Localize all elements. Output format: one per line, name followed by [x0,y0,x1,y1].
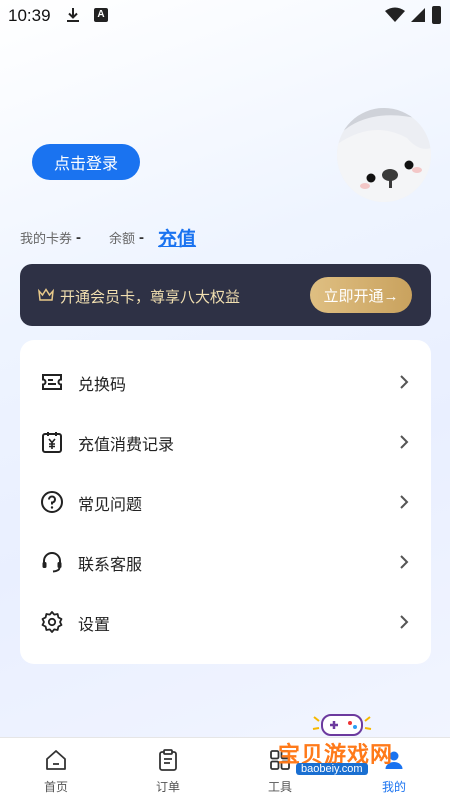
menu-item-settings[interactable]: 设置 [20,592,431,652]
tab-label: 首页 [43,780,68,794]
order-icon [159,749,177,771]
headset-icon [42,552,62,573]
menu-list: 兑换码 充值消费记录 常见问题 联系客服 设置 [20,340,431,664]
balance-value: - [139,228,145,246]
wifi-icon [385,7,405,22]
cards-label: 我的卡券 [20,230,73,246]
home-icon [46,750,66,770]
chevron-right-icon [400,435,409,449]
menu-item-label: 兑换码 [78,377,127,394]
gear-icon [41,611,63,633]
ticket-icon [42,374,62,390]
avatar-mascot-image [337,108,431,202]
menu-item-label: 设置 [78,617,111,634]
vip-banner[interactable]: 开通会员卡，尊享八大权益 立即开通→ [20,264,431,326]
menu-item-recharge-records[interactable]: 充值消费记录 [20,412,431,472]
watermark-url: baobeiy.com [296,763,368,775]
account-summary: 我的卡券 - 余额 - 充值 [20,224,196,250]
signal-icon [411,8,425,22]
avatar[interactable] [337,108,431,202]
tab-label: 订单 [155,780,180,794]
status-time: 10:39 [8,6,51,25]
login-button[interactable]: 点击登录 [32,144,140,180]
gamepad-icon [312,714,372,736]
calendar-yen-icon [42,432,62,453]
battery-icon [432,6,441,24]
vip-promo-text: 开通会员卡，尊享八大权益 [60,289,241,306]
balance-label: 余额 [109,230,136,246]
open-vip-button[interactable]: 立即开通→ [310,277,412,313]
question-icon [41,491,63,513]
chevron-right-icon [400,495,409,509]
chevron-right-icon [400,615,409,629]
tab-orders[interactable]: 订单 [112,738,224,801]
menu-item-customer-service[interactable]: 联系客服 [20,532,431,592]
menu-item-label: 充值消费记录 [78,437,175,454]
cards-value: - [76,228,82,246]
chevron-right-icon [400,375,409,389]
menu-item-faq[interactable]: 常见问题 [20,472,431,532]
crown-icon [38,288,54,301]
chevron-right-icon [400,555,409,569]
app-notification-icon: A [94,8,108,22]
recharge-link[interactable]: 充值 [158,224,196,251]
tab-home[interactable]: 首页 [0,738,112,801]
download-icon [67,8,79,22]
status-bar: 10:39 A [0,0,450,32]
menu-item-redeem-code[interactable]: 兑换码 [20,352,431,412]
watermark: 宝贝游戏网 baobeiy.com [272,705,422,783]
menu-item-label: 联系客服 [78,557,143,574]
menu-item-label: 常见问题 [78,497,143,514]
